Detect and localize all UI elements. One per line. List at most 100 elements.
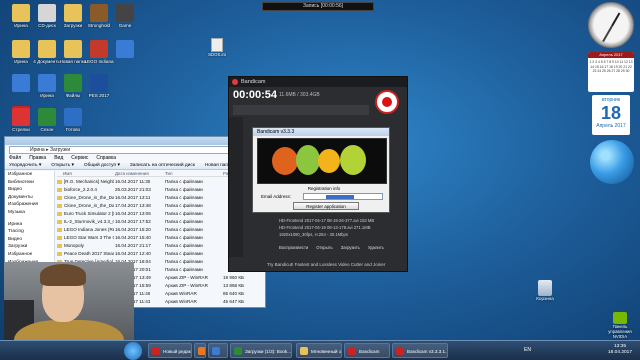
nav-item[interactable]: Tracing [8,228,54,236]
bandicam-banner-image [257,138,387,184]
desktop-file-icon[interactable]: SDOS.ini [204,38,230,57]
calendar-gadget[interactable]: Апрель 2017 1 2 3 4 5 6 7 8 9 10 11 12 1… [588,52,634,92]
desktop-icon[interactable] [108,40,142,59]
taskbar-button-label: Bandicam v3.3.3.1... [407,349,448,354]
toolbar-button[interactable]: Общий доступ ▾ [84,163,120,168]
taskbar-app-icon [396,347,404,355]
banner-blob [272,147,298,175]
taskbar-button[interactable] [208,343,228,358]
recorded-files-list: HD-Frontend 2017-04-17 08-19-26-377.avi … [279,217,401,238]
app-icon [64,74,82,92]
column-header[interactable]: Дата изменения [115,171,149,176]
menu-item[interactable]: Правка [29,155,46,161]
start-button[interactable] [124,342,142,360]
column-header[interactable]: Имя [63,171,72,176]
file-type: Папка с файлами [165,267,203,272]
nav-item[interactable]: Видео [8,186,54,194]
taskbar-button[interactable] [194,343,206,358]
file-date: 16.04.2017 11:35 [115,179,151,184]
toolbar-button[interactable]: Открыть ▾ [51,163,74,168]
file-date: 26.03.2017 21:03 [115,187,151,192]
folder-icon [57,212,62,216]
taskbar-button[interactable]: Загрузки (1/3): Book... [230,343,292,358]
nav-item[interactable]: Избранное [8,171,54,179]
menu-item[interactable]: Сервис [71,155,88,161]
recorded-file[interactable]: HD-Frontend 2017-04-18 09-13-178.avi 271… [279,224,401,231]
language-indicator[interactable]: EN [524,347,531,353]
email-label: Email Address: [261,194,292,199]
record-button[interactable] [375,90,399,114]
menu-item[interactable]: Вид [54,155,63,161]
taskbar-button[interactable]: Bandicam v3.3.3.1... [392,343,448,358]
nav-item[interactable]: Видео [8,236,54,244]
folder-icon [57,188,62,192]
file-type: Папка с файлами [165,187,203,192]
file-type: Архив ZIP - WinRAR [165,283,208,288]
recorded-file[interactable]: 1920x1080_30fps, H.264 - 30.1Mbps [279,231,401,238]
app-icon [90,74,108,92]
bandicam-action-button[interactable]: Удалить [368,245,384,250]
taskbar-app-icon [348,347,356,355]
nvidia-control-panel[interactable]: Панель управления NVIDIA [604,312,636,339]
desktop-icon[interactable]: Готово [56,108,90,132]
nav-item[interactable]: Изображения [8,201,54,209]
bandicam-action-button[interactable]: Воспроизвести [279,245,308,250]
file-date: 16.04.2017 17:52 [115,219,151,224]
date-day-number: 18 [600,103,622,123]
bandicam-titlebar[interactable]: Bandicam [229,77,407,87]
nav-item[interactable]: Музыка [8,209,54,217]
taskbar-button[interactable]: Новый редактор... [148,343,192,358]
app-icon [116,40,134,58]
email-field[interactable] [303,193,383,200]
registration-dialog[interactable]: Bandicam v3.3.3 Registration info Email … [252,127,390,213]
app-icon [64,4,82,22]
nav-item[interactable]: Документы [8,194,54,202]
menu-item[interactable]: Файл [9,155,21,161]
registration-info-label: Registration info [307,186,341,191]
webcam-person-hair [40,264,86,286]
bandicut-promo[interactable]: Try Bandicut! Fastest and Lossless Video… [267,262,385,267]
tray-clock[interactable]: 13:35 18.04.2017 [608,344,632,356]
recycle-bin[interactable]: Корзина [532,280,558,301]
file-size: 85 640 КБ [223,291,245,296]
recorded-file[interactable]: HD-Frontend 2017-04-17 08-19-26-377.avi … [279,217,401,224]
clock-hour-hand [611,12,621,27]
file-type: Папка с файлами [165,243,203,248]
address-bar[interactable]: Ирина ▸ Загрузки [9,146,261,154]
nav-item[interactable]: Библиотеки [8,179,54,187]
folder-icon [57,252,62,256]
bandicam-action-button[interactable]: Загрузить [341,245,360,250]
nav-item[interactable]: Ирина [8,221,54,229]
file-date: 16.04.2017 15:20 [115,227,151,232]
file-type: Папка с файлами [165,259,203,264]
register-button[interactable]: Register application [293,202,359,210]
taskbar-button-label: Новый редактор... [163,349,191,354]
column-header[interactable]: Тип [165,171,173,176]
taskbar-button[interactable]: Bandicam [344,343,390,358]
email-selection [326,195,354,199]
folder-icon [57,204,62,208]
nav-item[interactable]: Загрузки [8,243,54,251]
taskbar-app-icon [300,347,308,355]
toolbar-button[interactable]: Упорядочить ▾ [9,163,41,168]
nav-item[interactable]: Избранное [8,251,54,259]
date-gadget: вторник 18 Апрель 2017 [592,95,630,135]
file-type: Архив WinRAR [165,291,197,296]
app-icon [38,40,56,58]
toolbar-button[interactable]: Записать на оптический диск [130,163,195,168]
taskbar-button-label: Bandicam [359,349,380,354]
recording-status-text: Запись [00:00:56] [303,3,344,9]
desktop-icon[interactable]: PES 2017 [82,74,116,98]
app-icon [12,4,30,22]
bandicam-sidebar[interactable] [229,117,243,257]
folder-icon [57,180,62,184]
taskbar-app-icon [212,347,220,355]
bandicam-action-button[interactable]: Открыть [316,245,332,250]
taskbar-button[interactable]: Мгновенный загр... [296,343,342,358]
capture-mode-bar[interactable] [233,105,369,115]
explorer-titlebar[interactable] [5,137,265,145]
desktop-icon-label: LEGO Indiana [84,59,114,64]
file-name: LEGO Star Wars 3 The Clone Wars [R.G. Gr [64,235,114,240]
desktop-icon[interactable]: Game [108,4,142,28]
menu-item[interactable]: Справка [96,155,116,161]
